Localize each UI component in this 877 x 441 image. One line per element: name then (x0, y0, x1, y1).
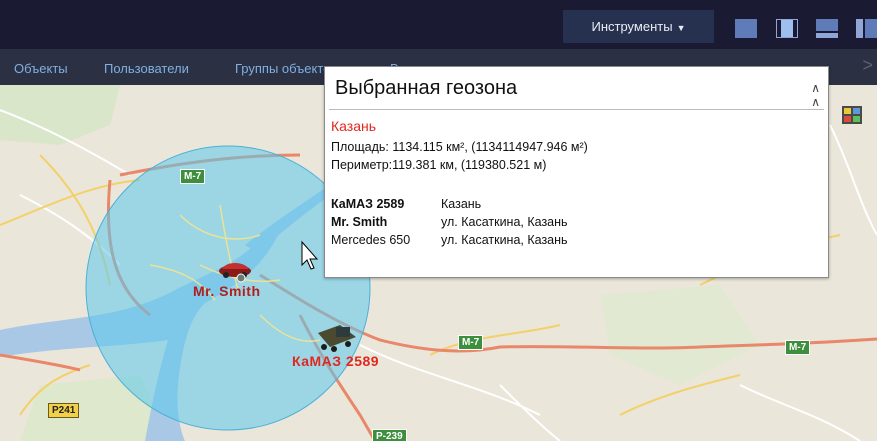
dropdown-caret-icon: ▼ (676, 23, 686, 33)
nav-scroll-right-icon[interactable]: > (862, 55, 873, 76)
geozone-area: Площадь: 1134.115 км², (1134114947.946 м… (331, 140, 588, 154)
layout-split-bottom (816, 33, 838, 38)
collapse-icon[interactable]: ∧ ∧ (811, 81, 820, 109)
map-area (600, 285, 760, 385)
object-row[interactable]: КаМАЗ 2589 Казань (331, 197, 481, 211)
layout-split-horizontal-icon (816, 19, 838, 31)
object-address: Казань (441, 197, 482, 211)
popup-divider (329, 109, 824, 110)
road-label-m7: M-7 (458, 335, 484, 350)
object-address: ул. Касаткина, Казань (441, 233, 568, 247)
top-toolbar: Инструменты ▼ (0, 0, 877, 49)
object-name: Mr. Smith (331, 215, 388, 229)
map-label-mr-smith[interactable]: Mr. Smith (193, 283, 261, 299)
object-name: КаМАЗ 2589 (331, 197, 405, 211)
geozone-perimeter: Периметр:119.381 км, (119380.521 м) (331, 158, 547, 172)
object-name: Mercedes 650 (331, 233, 411, 247)
object-row[interactable]: Mr. Smith ул. Касаткина, Казань (331, 215, 568, 229)
layout-grid-button[interactable] (856, 19, 877, 38)
tools-menu-button[interactable]: Инструменты ▼ (563, 10, 714, 43)
nav-item-objects[interactable]: Объекты (14, 49, 68, 85)
layout-split-horizontal-button[interactable] (816, 19, 838, 38)
road-label-p241: P241 (48, 403, 80, 418)
layout-grid-icon (865, 19, 877, 38)
map-label-kamaz[interactable]: КаМАЗ 2589 (292, 353, 379, 369)
nav-item-object-groups[interactable]: Группы объектов (235, 49, 337, 85)
person-marker-mr-smith (236, 273, 246, 283)
tools-menu-label: Инструменты (591, 19, 673, 34)
geozone-name[interactable]: Казань (331, 118, 376, 134)
layout-split-vertical-icon (781, 20, 793, 37)
road-label-m7: M-7 (785, 340, 811, 355)
road-label-p239: P-239 (372, 429, 407, 441)
legend-grid-icon[interactable] (842, 106, 862, 124)
layout-split-vertical-button[interactable] (776, 19, 798, 38)
object-row[interactable]: Mercedes 650 ул. Касаткина, Казань (331, 233, 568, 247)
road-label-m7: M-7 (180, 169, 206, 184)
popup-title: Выбранная геозона (335, 77, 518, 99)
layout-grid-left (856, 19, 863, 38)
geozone-popup: Выбранная геозона ∧ ∧ Казань Площадь: 113… (324, 66, 829, 278)
layout-single-icon (735, 19, 757, 38)
object-address: ул. Касаткина, Казань (441, 215, 568, 229)
layout-single-button[interactable] (735, 19, 757, 38)
nav-item-users[interactable]: Пользователи (104, 49, 189, 85)
